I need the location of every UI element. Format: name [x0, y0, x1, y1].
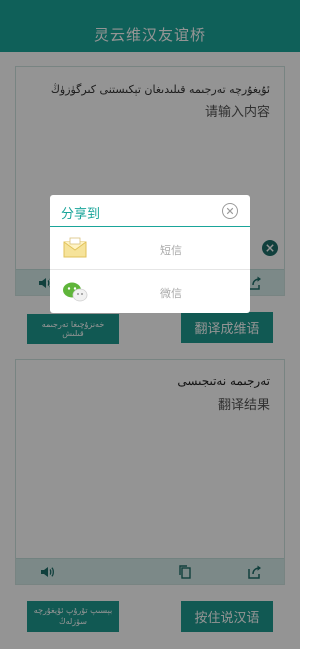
wechat-icon: [62, 280, 88, 304]
share-option-wechat[interactable]: 微信: [50, 271, 250, 313]
modal-overlay[interactable]: [0, 0, 300, 649]
share-option-sms-label: 短信: [160, 244, 182, 257]
share-dialog-header: 分享到: [50, 195, 250, 227]
sms-envelope-icon: [62, 237, 88, 261]
share-option-sms[interactable]: 短信: [50, 228, 250, 270]
share-option-wechat-label: 微信: [160, 287, 182, 300]
share-dialog: 分享到 短信 微信: [50, 195, 250, 313]
share-dialog-title: 分享到: [61, 207, 101, 222]
close-icon[interactable]: [222, 203, 238, 219]
